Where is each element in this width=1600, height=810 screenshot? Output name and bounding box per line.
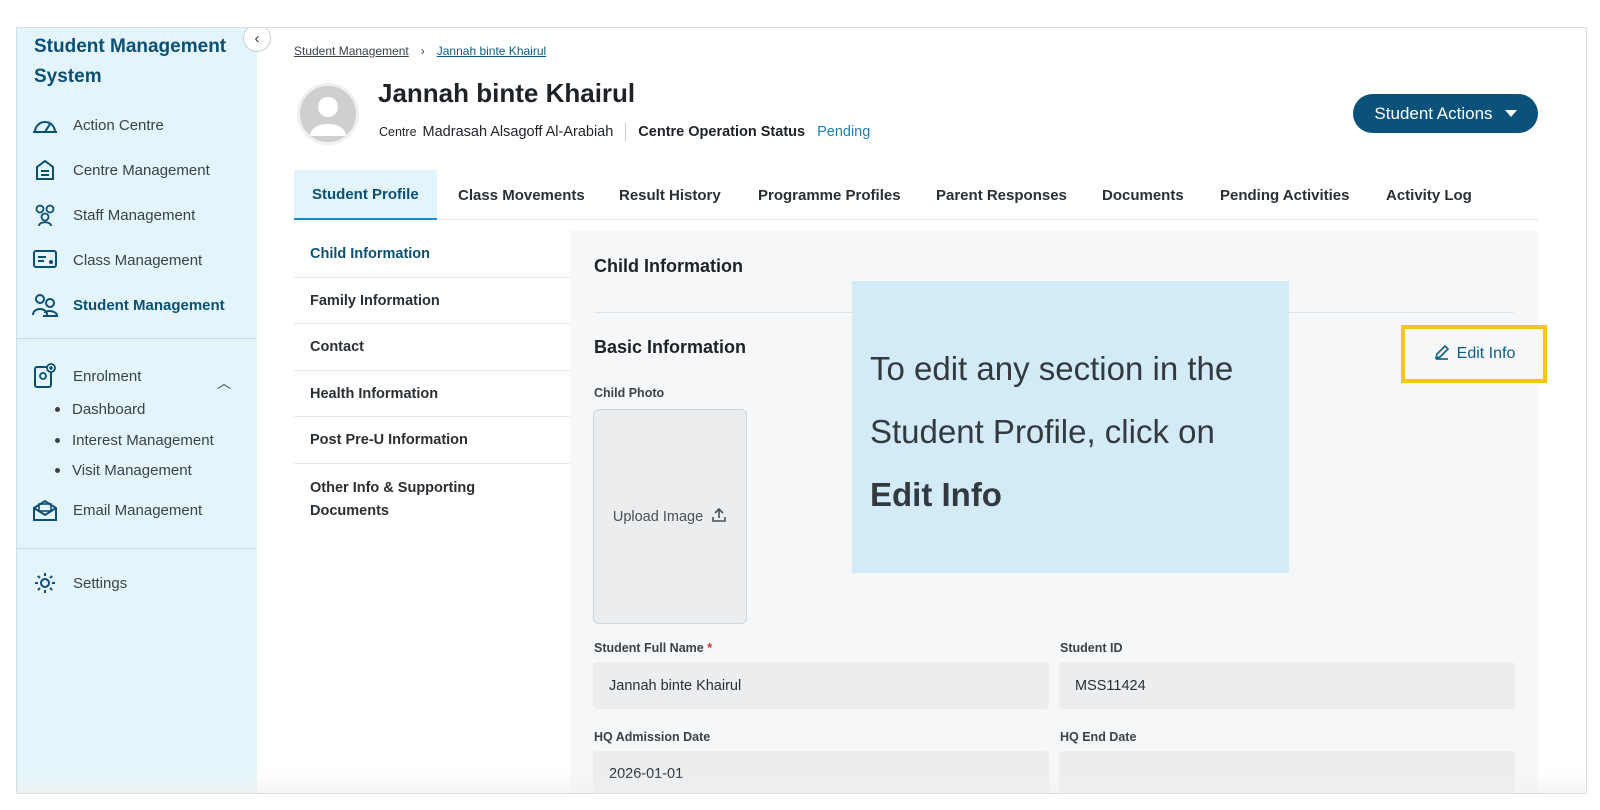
sidebar-item-settings[interactable]: Settings xyxy=(31,569,127,597)
hq-admission-date-label: HQ Admission Date xyxy=(594,730,711,744)
required-mark: * xyxy=(707,641,713,655)
tab-parent-responses[interactable]: Parent Responses xyxy=(936,170,1067,220)
avatar xyxy=(297,83,359,145)
sidebar-item-enrolment[interactable]: Enrolment xyxy=(31,362,141,390)
student-name: Jannah binte Khairul xyxy=(378,78,636,108)
breadcrumb: Student Management › Jannah binte Khairu… xyxy=(294,44,546,58)
sidebar-subitem-visit-management[interactable]: Visit Management xyxy=(55,462,192,479)
student-full-name-field[interactable]: Jannah binte Khairul xyxy=(593,662,1049,709)
sidebar-item-label: Student Management xyxy=(73,296,225,314)
sidebar-item-label: Class Management xyxy=(73,251,203,269)
tab-activity-log[interactable]: Activity Log xyxy=(1386,170,1472,220)
field-label-text: Student Full Name xyxy=(594,641,704,655)
hq-admission-date-field[interactable]: 2026-01-01 xyxy=(593,751,1049,793)
chevron-right-icon: › xyxy=(420,44,425,58)
sidebar-item-student-management[interactable]: Student Management xyxy=(31,291,225,319)
pencil-icon xyxy=(1433,343,1451,366)
subnav-family-information[interactable]: Family Information xyxy=(294,278,570,324)
building-icon xyxy=(31,158,59,182)
sidebar-subitem-dashboard[interactable]: Dashboard xyxy=(55,401,145,418)
tab-programme-profiles[interactable]: Programme Profiles xyxy=(758,170,901,220)
edit-info-label: Edit Info xyxy=(1456,345,1516,362)
centre-value: Madrasah Alsagoff Al-Arabiah xyxy=(422,124,614,140)
sidebar-divider xyxy=(17,338,257,339)
chevron-left-icon: ‹ xyxy=(254,29,260,47)
sidebar: Student Management System ‹ Action Centr… xyxy=(17,28,271,793)
status-label: Centre Operation Status xyxy=(638,124,806,140)
sidebar-divider xyxy=(17,548,257,549)
breadcrumb-current-link[interactable]: Jannah binte Khairul xyxy=(437,44,546,58)
status-badge: Pending xyxy=(817,124,871,140)
subnav-post-pre-u-information[interactable]: Post Pre-U Information xyxy=(294,417,570,464)
edit-info-button[interactable]: Edit Info xyxy=(1401,325,1547,383)
profile-section-nav: Child Information Family Information Con… xyxy=(294,231,570,793)
upload-image-label: Upload Image xyxy=(612,508,704,525)
sidebar-item-label: Centre Management xyxy=(73,161,210,179)
caret-down-icon xyxy=(1504,110,1517,117)
subnav-health-information[interactable]: Health Information xyxy=(294,371,570,417)
sidebar-item-staff-management[interactable]: Staff Management xyxy=(31,201,195,229)
sidebar-item-class-management[interactable]: Class Management xyxy=(31,246,202,274)
email-envelope-icon xyxy=(31,498,59,522)
sidebar-item-label: Action Centre xyxy=(73,116,164,134)
student-actions-label: Student Actions xyxy=(1374,103,1493,123)
callout-emphasis: Edit Info xyxy=(870,476,1002,513)
sidebar-subitem-interest-management[interactable]: Interest Management xyxy=(55,432,214,449)
app-title: Student Management System xyxy=(34,36,227,87)
tutorial-callout: To edit any section in the Student Profi… xyxy=(852,281,1289,573)
student-full-name-label: Student Full Name * xyxy=(594,641,712,655)
tab-pending-activities[interactable]: Pending Activities xyxy=(1220,170,1349,220)
subnav-child-information[interactable]: Child Information xyxy=(294,231,570,278)
breadcrumb-root-link[interactable]: Student Management xyxy=(294,44,409,58)
centre-label: Centre xyxy=(379,125,417,139)
enrolment-form-icon xyxy=(31,363,59,388)
sidebar-item-action-centre[interactable]: Action Centre xyxy=(31,111,164,139)
app-window: Student Management System ‹ Action Centr… xyxy=(16,27,1587,794)
sidebar-item-label: Settings xyxy=(73,574,128,592)
callout-text: To edit any section in the Student Profi… xyxy=(870,350,1234,450)
basic-information-title: Basic Information xyxy=(594,337,747,357)
student-actions-button[interactable]: Student Actions xyxy=(1353,94,1538,133)
sidebar-item-label: Staff Management xyxy=(73,206,196,224)
sidebar-item-label: Enrolment xyxy=(73,367,142,385)
sidebar-item-centre-management[interactable]: Centre Management xyxy=(31,156,210,184)
student-id-field[interactable]: MSS11424 xyxy=(1059,662,1515,709)
sidebar-item-email-management[interactable]: Email Management xyxy=(31,496,202,524)
subnav-other-info-documents[interactable]: Other Info & Supporting Documents xyxy=(294,464,494,528)
collapse-sidebar-button[interactable]: ‹ xyxy=(243,28,271,52)
bullet-icon xyxy=(55,438,60,443)
meta-divider xyxy=(625,123,627,141)
upload-image-button[interactable]: Upload Image xyxy=(593,409,747,624)
sidebar-subitem-label: Dashboard xyxy=(72,401,146,418)
person-icon xyxy=(310,97,346,136)
student-meta: Centre Madrasah Alsagoff Al-Arabiah Cent… xyxy=(379,123,870,141)
dashboard-gauge-icon xyxy=(31,113,59,137)
sidebar-subitem-label: Visit Management xyxy=(72,462,192,479)
tab-documents[interactable]: Documents xyxy=(1102,170,1184,220)
tab-student-profile[interactable]: Student Profile xyxy=(294,170,437,220)
chevron-up-icon[interactable]: ︿ xyxy=(217,373,231,393)
subnav-contact[interactable]: Contact xyxy=(294,324,570,371)
profile-tabs: Student Profile Class Movements Result H… xyxy=(294,170,1538,220)
staff-group-icon xyxy=(31,203,59,227)
hq-end-date-label: HQ End Date xyxy=(1060,730,1137,744)
students-icon xyxy=(31,293,59,317)
gear-icon xyxy=(31,571,59,595)
child-photo-label: Child Photo xyxy=(594,386,665,400)
upload-icon xyxy=(711,507,727,527)
bullet-icon xyxy=(55,407,60,412)
tab-result-history[interactable]: Result History xyxy=(619,170,721,220)
hq-end-date-field[interactable] xyxy=(1059,751,1515,793)
sidebar-subitem-label: Interest Management xyxy=(72,432,214,449)
sidebar-item-label: Email Management xyxy=(73,501,203,519)
classroom-board-icon xyxy=(31,248,59,272)
bullet-icon xyxy=(55,468,60,473)
section-title: Child Information xyxy=(594,256,743,276)
student-id-label: Student ID xyxy=(1060,641,1123,655)
tab-class-movements[interactable]: Class Movements xyxy=(458,170,585,220)
